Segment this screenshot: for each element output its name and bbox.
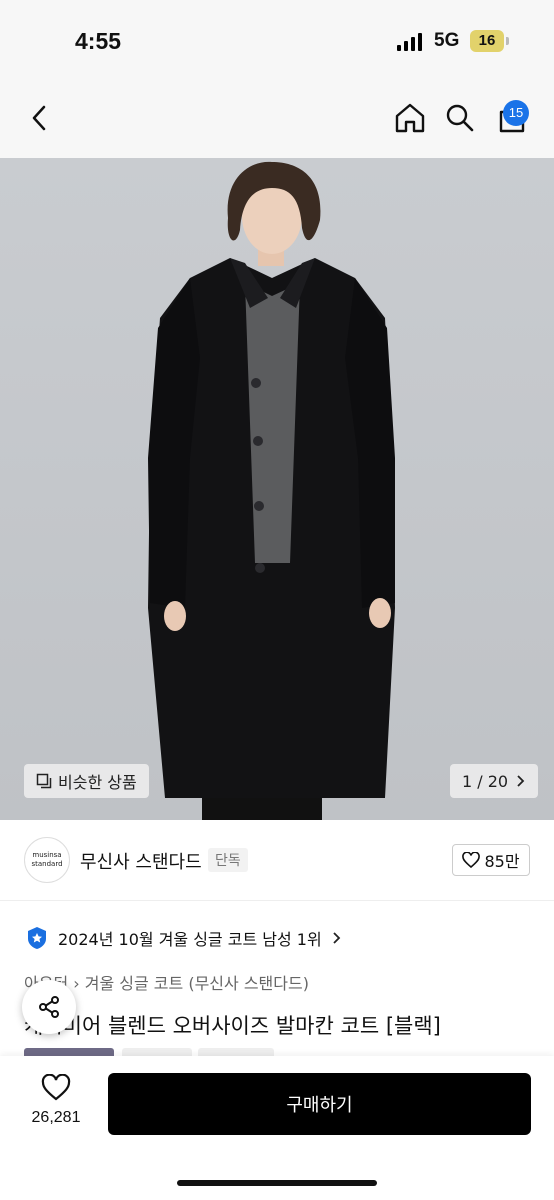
copy-icon bbox=[36, 773, 52, 789]
model-wearing-coat-illustration bbox=[148, 161, 395, 820]
breadcrumb-separator: › bbox=[73, 974, 85, 993]
share-button[interactable] bbox=[22, 980, 76, 1034]
cart-count-badge: 15 bbox=[503, 100, 529, 126]
image-counter-button[interactable]: 1 / 20 bbox=[450, 764, 539, 798]
chevron-left-icon bbox=[32, 105, 46, 131]
clock: 4:55 bbox=[75, 28, 122, 54]
home-button[interactable] bbox=[390, 98, 430, 138]
brand-like-count: 85만 bbox=[484, 852, 520, 871]
share-icon bbox=[39, 996, 59, 1018]
chevron-right-icon bbox=[333, 932, 340, 944]
brand-name[interactable]: 무신사 스탠다드 bbox=[80, 848, 202, 874]
heart-icon bbox=[41, 1073, 71, 1101]
search-icon bbox=[446, 104, 474, 132]
wishlist-button[interactable]: 26,281 bbox=[20, 1073, 92, 1127]
brand-logo[interactable]: musinsa standard bbox=[24, 837, 70, 883]
brand-like-button[interactable]: 85만 bbox=[452, 844, 530, 876]
top-nav bbox=[0, 80, 554, 158]
network-type: 5G bbox=[434, 30, 460, 51]
wishlist-count: 26,281 bbox=[31, 1109, 81, 1126]
product-tags bbox=[24, 1048, 274, 1056]
exclusive-tag: 단독 bbox=[208, 848, 248, 872]
buy-button[interactable]: 구매하기 bbox=[108, 1073, 531, 1135]
home-icon bbox=[395, 103, 425, 133]
heart-icon bbox=[462, 852, 481, 868]
signal-icon bbox=[397, 33, 425, 51]
home-indicator bbox=[177, 1180, 377, 1186]
similar-products-button[interactable]: 비슷한 상품 bbox=[24, 764, 149, 798]
ranking-badge-icon bbox=[28, 927, 46, 949]
product-title: 캐시미어 블렌드 오버사이즈 발마칸 코트 [블랙] bbox=[24, 1014, 441, 1038]
chevron-right-icon bbox=[517, 775, 525, 787]
status-bar: 4:55 5G 16 bbox=[0, 0, 554, 80]
ranking-link[interactable]: 2024년 10월 겨울 싱글 코트 남성 1위 bbox=[26, 926, 342, 950]
ranking-text: 2024년 10월 겨울 싱글 코트 남성 1위 bbox=[58, 930, 322, 949]
battery-icon: 16 bbox=[470, 30, 509, 52]
breadcrumb-item-category[interactable]: 겨울 싱글 코트 (무신사 스탠다드) bbox=[85, 974, 309, 993]
search-button[interactable] bbox=[440, 98, 480, 138]
image-counter: 1 / 20 bbox=[462, 771, 509, 791]
product-image[interactable] bbox=[0, 158, 554, 820]
back-button[interactable] bbox=[20, 98, 60, 138]
bottom-action-bar: 26,281 구매하기 bbox=[0, 1056, 554, 1200]
similar-products-label: 비슷한 상품 bbox=[58, 773, 137, 792]
brand-row: musinsa standard 무신사 스탠다드 단독 85만 bbox=[0, 822, 554, 901]
